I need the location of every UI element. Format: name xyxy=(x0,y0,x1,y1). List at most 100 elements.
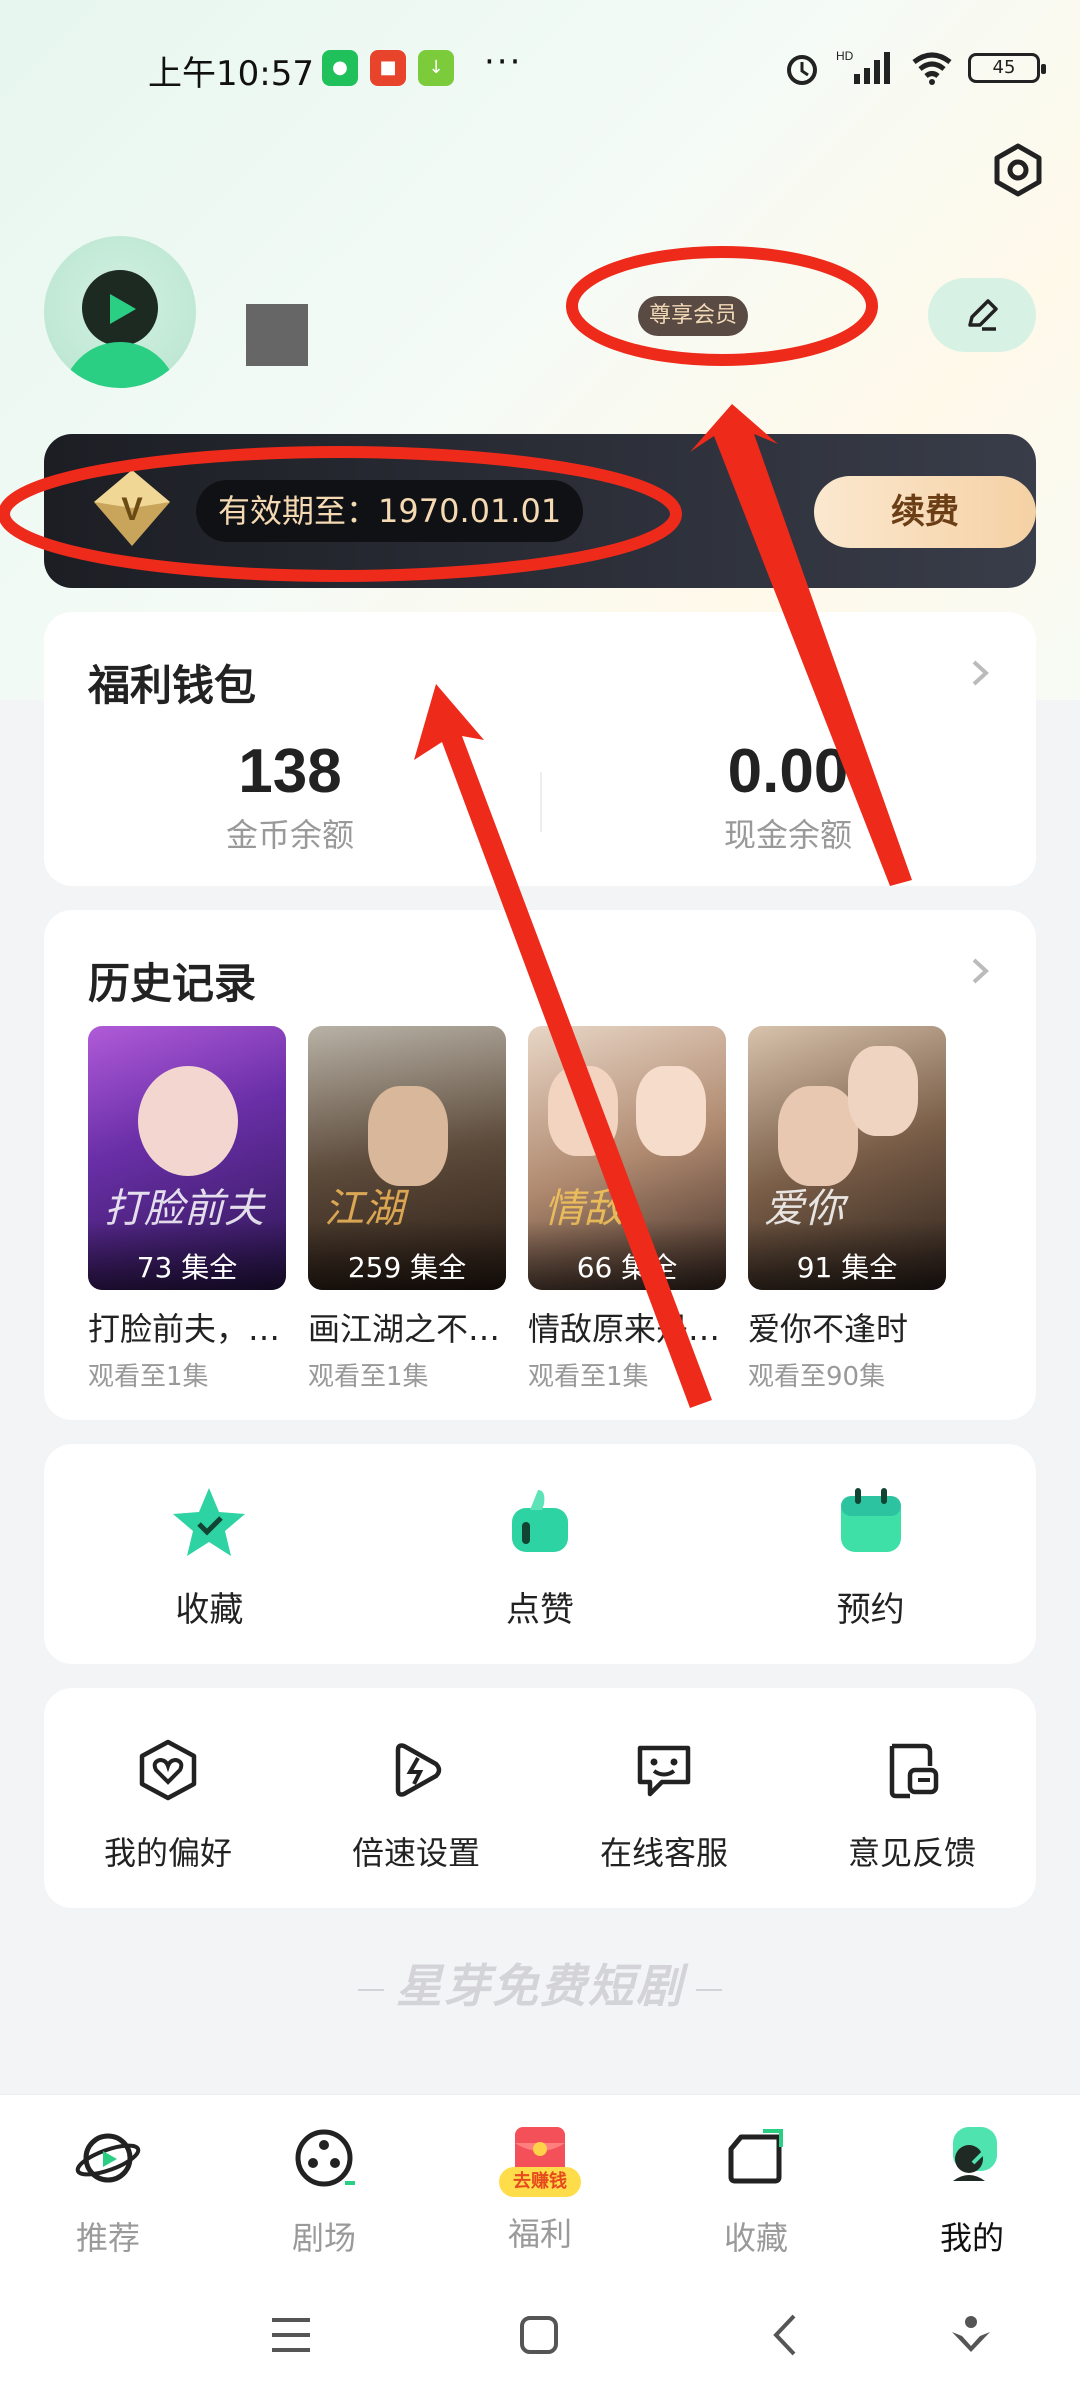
customer-service-button[interactable]: 在线客服 xyxy=(540,1738,788,1874)
tab-label: 我的 xyxy=(939,2219,1004,2257)
poster-figure xyxy=(368,1086,448,1186)
quick-action-label: 点赞 xyxy=(506,1590,574,1630)
quick-actions-row: 收藏 点赞 预约 xyxy=(44,1484,1036,1631)
home-icon[interactable] xyxy=(512,2308,566,2362)
history-card: 历史记录 打脸前夫 73 集全 打脸前夫，离婚后我成为 观看至1集 江湖 259… xyxy=(44,910,1036,1420)
svg-text:V: V xyxy=(121,491,143,527)
star-icon xyxy=(173,1488,246,1556)
history-item-title: 打脸前夫，离婚后我成为 xyxy=(88,1310,286,1348)
bottom-tab-bar: 推荐 剧场 去赚钱 福利 收藏 我的 xyxy=(0,2094,1080,2270)
status-time: 上午10:57 xyxy=(148,54,314,94)
history-item[interactable]: 打脸前夫 73 集全 打脸前夫，离婚后我成为 观看至1集 xyxy=(88,1026,286,1393)
vip-membership-bar[interactable]: V 有效期至：1970.01.01 续费 xyxy=(44,434,1036,588)
likes-button[interactable]: 点赞 xyxy=(375,1484,706,1631)
poster-figure xyxy=(636,1066,706,1156)
history-title: 历史记录 xyxy=(88,959,257,1008)
history-item[interactable]: 江湖 259 集全 画江湖之不良人 观看至1集 xyxy=(308,1026,506,1393)
vip-diamond-icon: V xyxy=(94,470,170,546)
avatar-body xyxy=(62,342,178,388)
wallet-title: 福利钱包 xyxy=(88,661,257,710)
tool-label: 在线客服 xyxy=(599,1834,728,1872)
tab-label: 推荐 xyxy=(75,2219,140,2257)
signal-icon: HD xyxy=(836,49,890,84)
history-item-progress: 观看至1集 xyxy=(88,1362,209,1392)
history-item-progress: 观看至1集 xyxy=(308,1362,429,1392)
episode-count: 91 集全 xyxy=(748,1220,946,1290)
earn-money-badge: 去赚钱 xyxy=(499,2167,581,2197)
feedback-icon xyxy=(889,1743,939,1799)
calendar-icon xyxy=(840,1488,901,1552)
renew-button[interactable]: 续费 xyxy=(814,476,1036,548)
quick-action-label: 预约 xyxy=(836,1590,905,1630)
tool-label: 我的偏好 xyxy=(103,1834,232,1872)
me-icon xyxy=(953,2127,997,2181)
back-icon[interactable] xyxy=(760,2308,814,2362)
history-item[interactable]: 情敌 66 集全 情敌原来是我的 观看至1集 xyxy=(528,1026,726,1393)
system-navigation-bar xyxy=(0,2270,1080,2400)
history-item-title: 画江湖之不良人 xyxy=(308,1310,506,1348)
wallet-divider xyxy=(540,772,542,832)
thumb-icon xyxy=(512,1490,568,1552)
menu-icon[interactable] xyxy=(264,2308,318,2362)
history-item-title: 情敌原来是我的 xyxy=(528,1310,726,1348)
heart-shield-icon xyxy=(139,1739,197,1801)
speed-icon xyxy=(395,1743,442,1797)
poster-figure xyxy=(778,1086,858,1186)
tool-label: 倍速设置 xyxy=(351,1834,480,1872)
chevron-right-icon[interactable] xyxy=(962,656,996,690)
tab-me[interactable]: 我的 xyxy=(864,2123,1080,2259)
battery-indicator: 45 xyxy=(968,53,1046,83)
username-redacted xyxy=(246,304,308,366)
history-item-progress: 观看至90集 xyxy=(748,1362,886,1392)
avatar[interactable] xyxy=(44,236,196,388)
history-list: 打脸前夫 73 集全 打脸前夫，离婚后我成为 观看至1集 江湖 259 集全 画… xyxy=(88,1026,946,1393)
svg-text:HD: HD xyxy=(836,49,854,63)
poster-image[interactable]: 爱你 91 集全 xyxy=(748,1026,946,1290)
episode-count: 66 集全 xyxy=(528,1220,726,1290)
history-item-progress: 观看至1集 xyxy=(528,1362,649,1392)
preferences-button[interactable]: 我的偏好 xyxy=(44,1738,292,1874)
poster-image[interactable]: 情敌 66 集全 xyxy=(528,1026,726,1290)
tab-theater[interactable]: 剧场 xyxy=(216,2123,432,2259)
episode-count: 259 集全 xyxy=(308,1220,506,1290)
tab-recommend[interactable]: 推荐 xyxy=(0,2123,216,2259)
download-icon: ↓ xyxy=(418,50,454,86)
cash-balance-value: 0.00 xyxy=(727,737,849,806)
poster-image[interactable]: 江湖 259 集全 xyxy=(308,1026,506,1290)
tool-label: 意见反馈 xyxy=(847,1834,976,1872)
planet-icon xyxy=(75,2133,141,2183)
tab-label: 福利 xyxy=(507,2215,572,2253)
feedback-button[interactable]: 意见反馈 xyxy=(788,1738,1036,1874)
quick-action-label: 收藏 xyxy=(175,1590,244,1630)
poster-image[interactable]: 打脸前夫 73 集全 xyxy=(88,1026,286,1290)
edit-profile-button[interactable] xyxy=(928,278,1036,352)
coin-balance-label: 金币余额 xyxy=(225,816,354,854)
folder-icon xyxy=(728,2129,783,2184)
wechat-icon: ● xyxy=(322,50,358,86)
alarm-icon xyxy=(787,55,817,85)
play-logo-icon xyxy=(110,294,136,324)
taobao-icon: ■ xyxy=(370,50,406,86)
cash-balance-label: 现金余额 xyxy=(723,816,852,854)
chevron-right-icon[interactable] xyxy=(962,954,996,988)
history-item[interactable]: 爱你 91 集全 爱你不逢时 观看至90集 xyxy=(748,1026,946,1393)
tab-label: 收藏 xyxy=(723,2219,788,2257)
status-bar: 上午10:57 ● ■ ↓ ··· HD 45 xyxy=(0,0,1080,130)
playback-speed-button[interactable]: 倍速设置 xyxy=(292,1738,540,1874)
episode-count: 73 集全 xyxy=(88,1220,286,1290)
favorites-button[interactable]: 收藏 xyxy=(44,1484,375,1631)
wifi-icon xyxy=(912,52,952,85)
status-indicators: HD 45 xyxy=(782,48,1046,88)
more-notifications-icon: ··· xyxy=(484,42,523,82)
assistant-icon[interactable] xyxy=(944,2308,998,2362)
film-reel-icon xyxy=(295,2129,355,2187)
tab-favorites[interactable]: 收藏 xyxy=(648,2123,864,2259)
history-item-title: 爱你不逢时 xyxy=(748,1310,909,1348)
tab-welfare[interactable]: 去赚钱 福利 xyxy=(432,2123,648,2259)
settings-hexagon-icon[interactable] xyxy=(988,140,1048,200)
wallet-card[interactable]: 福利钱包 138 金币余额 0.00 现金余额 xyxy=(44,612,1036,886)
coin-balance-value: 138 xyxy=(238,737,342,806)
chat-icon xyxy=(637,1745,691,1797)
poster-figure xyxy=(548,1066,618,1156)
reservations-button[interactable]: 预约 xyxy=(705,1484,1036,1631)
